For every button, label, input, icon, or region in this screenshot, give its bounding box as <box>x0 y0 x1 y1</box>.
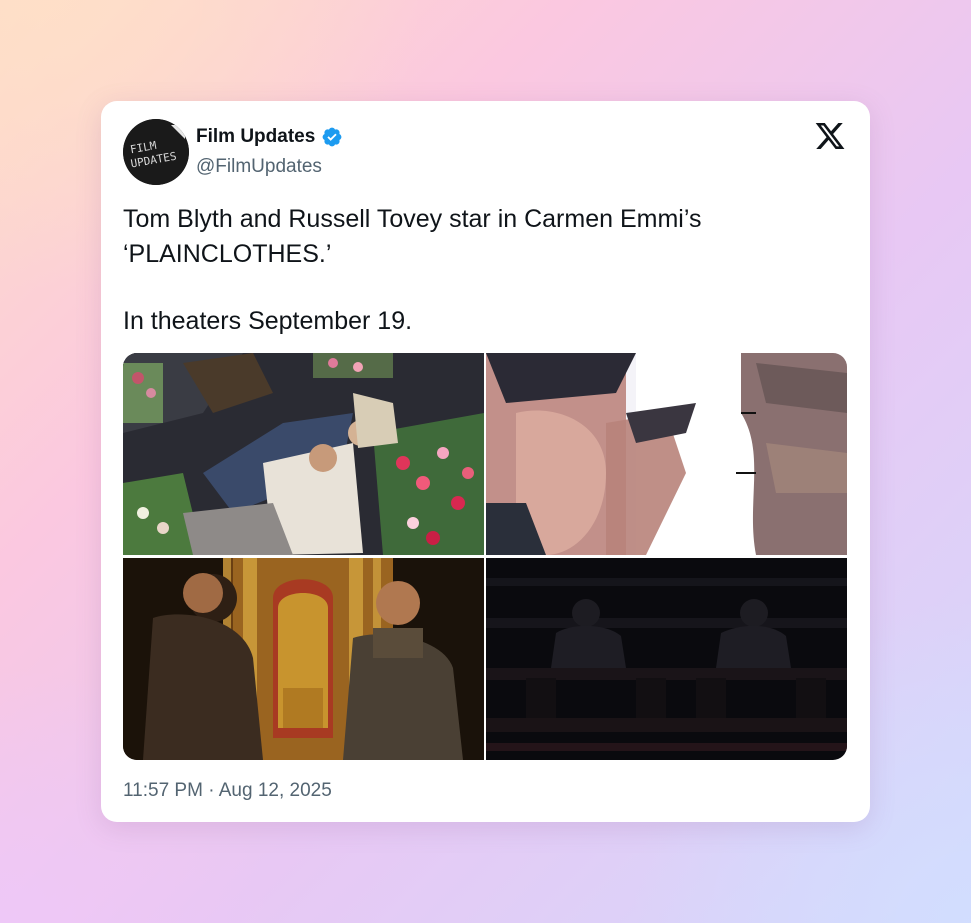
display-name[interactable]: Film Updates <box>196 124 315 150</box>
film-updates-logo-icon: FILM UPDATES <box>123 119 189 185</box>
user-handle[interactable]: @FilmUpdates <box>196 154 322 180</box>
tweet-timestamp[interactable]: 11:57 PM · Aug 12, 2025 <box>123 778 332 804</box>
media-image-2[interactable] <box>486 353 847 555</box>
still-image-ornate-room <box>123 558 484 760</box>
x-logo-icon[interactable] <box>814 120 846 152</box>
verified-badge-icon <box>321 126 343 148</box>
tweet-card: FILM UPDATES Film Updates @FilmUpdates T… <box>101 101 870 822</box>
media-grid <box>123 353 847 760</box>
media-image-4[interactable] <box>486 558 847 760</box>
still-image-theater <box>486 558 847 760</box>
media-image-3[interactable] <box>123 558 484 760</box>
tweet-text-line: Tom Blyth and Russell Tovey star in Carm… <box>123 205 702 233</box>
name-row: Film Updates <box>196 124 343 150</box>
tweet-text-line: ‘PLAINCLOTHES.’ <box>123 240 332 268</box>
media-image-1[interactable] <box>123 353 484 555</box>
tweet-text: Tom Blyth and Russell Tovey star in Carm… <box>123 202 823 339</box>
tweet-text-line: In theaters September 19. <box>123 307 413 335</box>
avatar[interactable]: FILM UPDATES <box>123 119 189 185</box>
still-image-faces <box>486 353 847 555</box>
still-image-flowers <box>123 353 484 555</box>
